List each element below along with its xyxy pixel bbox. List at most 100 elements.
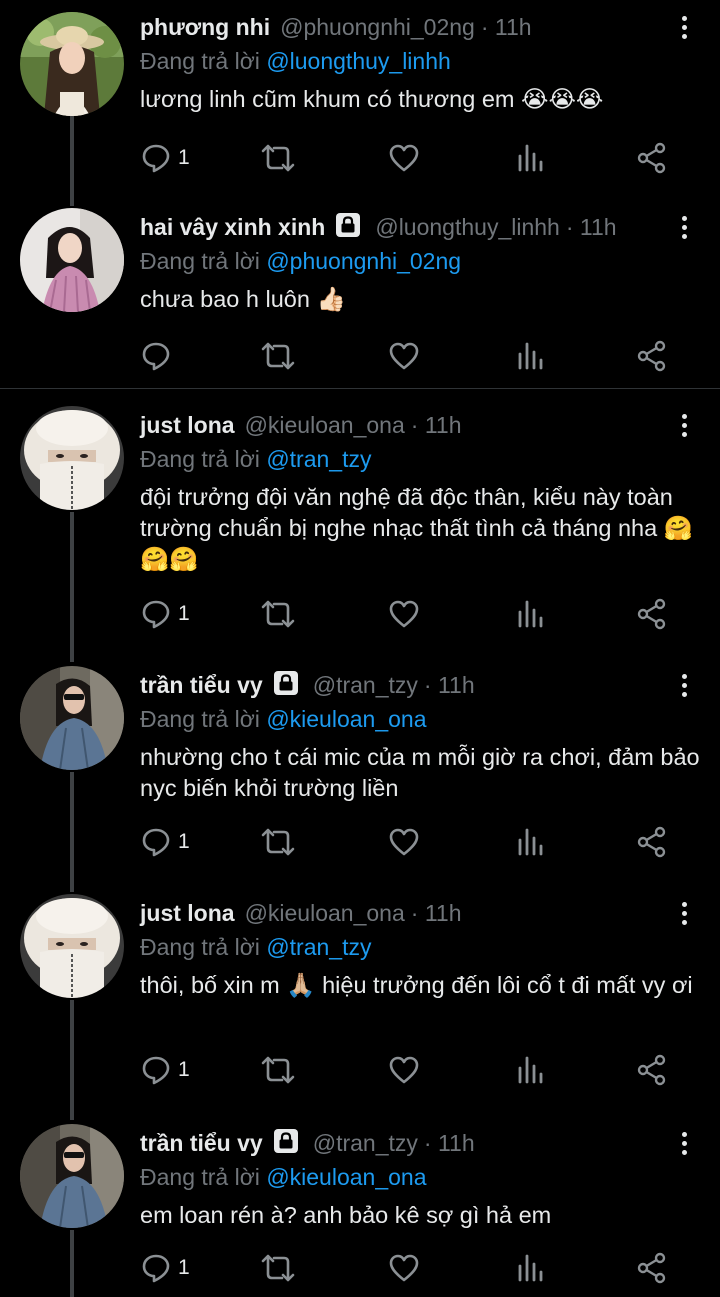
timestamp[interactable]: · 11h bbox=[424, 1130, 475, 1157]
share-icon bbox=[637, 598, 666, 630]
more-vertical-icon[interactable] bbox=[678, 902, 690, 930]
replying-to: Đang trả lời @kieuloan_ona bbox=[140, 1164, 427, 1191]
retweet-button[interactable] bbox=[260, 825, 296, 859]
retweet-button[interactable] bbox=[260, 597, 296, 631]
avatar[interactable] bbox=[20, 1124, 124, 1228]
views-icon bbox=[518, 1056, 543, 1084]
like-button[interactable] bbox=[388, 1251, 420, 1285]
avatar[interactable] bbox=[20, 12, 124, 116]
replying-to: Đang trả lời @luongthuy_linhh bbox=[140, 48, 451, 75]
replying-to: Đang trả lời @phuongnhi_02ng bbox=[140, 248, 461, 275]
share-button[interactable] bbox=[636, 141, 668, 175]
avatar[interactable] bbox=[20, 894, 124, 998]
mention-link[interactable]: @phuongnhi_02ng bbox=[266, 248, 461, 274]
reply-icon bbox=[142, 1056, 170, 1085]
retweet-icon bbox=[261, 600, 295, 628]
display-name[interactable]: just lona bbox=[140, 900, 235, 927]
views-button[interactable] bbox=[516, 339, 544, 373]
action-bar: 1 bbox=[140, 141, 680, 175]
more-vertical-icon[interactable] bbox=[678, 16, 690, 44]
tweet-header: trần tiểu vy @tran_tzy · 11h bbox=[140, 670, 475, 700]
views-button[interactable] bbox=[516, 825, 544, 859]
thread-line bbox=[70, 772, 74, 892]
views-icon bbox=[518, 1254, 543, 1282]
retweet-button[interactable] bbox=[260, 1053, 296, 1087]
share-button[interactable] bbox=[636, 597, 668, 631]
reply-button[interactable]: 1 bbox=[140, 141, 190, 175]
reply-button[interactable]: 1 bbox=[140, 597, 190, 631]
timestamp[interactable]: · 11h bbox=[424, 672, 475, 699]
retweet-button[interactable] bbox=[260, 1251, 296, 1285]
mention-link[interactable]: @luongthuy_linhh bbox=[266, 48, 450, 74]
display-name[interactable]: phương nhi bbox=[140, 14, 270, 41]
reply-prefix: Đang trả lời bbox=[140, 706, 260, 732]
username[interactable]: @kieuloan_ona bbox=[245, 412, 405, 439]
username[interactable]: @phuongnhi_02ng bbox=[280, 14, 475, 41]
timestamp[interactable]: · 11h bbox=[481, 14, 532, 41]
tweet-text: thôi, bố xin m 🙏🏼 hiệu trưởng đến lôi cổ… bbox=[140, 972, 693, 998]
thread-line bbox=[70, 1230, 74, 1297]
views-button[interactable] bbox=[516, 1053, 544, 1087]
mention-link[interactable]: @tran_tzy bbox=[266, 446, 371, 472]
display-name[interactable]: hai vây xinh xinh bbox=[140, 214, 325, 241]
like-button[interactable] bbox=[388, 141, 420, 175]
username[interactable]: @luongthuy_linhh bbox=[375, 214, 559, 241]
share-icon bbox=[637, 1252, 666, 1284]
avatar[interactable] bbox=[20, 208, 124, 312]
display-name[interactable]: trần tiểu vy bbox=[140, 1130, 263, 1157]
more-vertical-icon[interactable] bbox=[678, 216, 690, 244]
share-button[interactable] bbox=[636, 1053, 668, 1087]
avatar[interactable] bbox=[20, 406, 124, 510]
action-bar: 1 bbox=[140, 1251, 680, 1285]
timestamp[interactable]: · 11h bbox=[411, 412, 462, 439]
views-button[interactable] bbox=[516, 1251, 544, 1285]
reply-prefix: Đang trả lời bbox=[140, 446, 260, 472]
reply-button[interactable]: 1 bbox=[140, 1053, 190, 1087]
more-vertical-icon[interactable] bbox=[678, 1132, 690, 1160]
heart-icon bbox=[389, 1056, 419, 1084]
reply-count: 1 bbox=[178, 830, 190, 853]
reply-prefix: Đang trả lời bbox=[140, 934, 260, 960]
more-vertical-icon[interactable] bbox=[678, 674, 690, 702]
action-bar: 1 bbox=[140, 597, 680, 631]
reply-prefix: Đang trả lời bbox=[140, 48, 260, 74]
avatar-image bbox=[20, 666, 124, 770]
display-name[interactable]: just lona bbox=[140, 412, 235, 439]
retweet-icon bbox=[261, 342, 295, 370]
views-button[interactable] bbox=[516, 597, 544, 631]
username[interactable]: @kieuloan_ona bbox=[245, 900, 405, 927]
reply-icon bbox=[142, 144, 170, 173]
reply-count: 1 bbox=[178, 1058, 190, 1081]
mention-link[interactable]: @kieuloan_ona bbox=[266, 1164, 426, 1190]
username[interactable]: @tran_tzy bbox=[313, 672, 418, 699]
mention-link[interactable]: @tran_tzy bbox=[266, 934, 371, 960]
like-button[interactable] bbox=[388, 597, 420, 631]
more-vertical-icon[interactable] bbox=[678, 414, 690, 442]
heart-icon bbox=[389, 1254, 419, 1282]
mention-link[interactable]: @kieuloan_ona bbox=[266, 706, 426, 732]
reply-button[interactable]: 1 bbox=[140, 825, 190, 859]
like-button[interactable] bbox=[388, 339, 420, 373]
avatar[interactable] bbox=[20, 666, 124, 770]
tweet-text: chưa bao h luôn 👍🏻 bbox=[140, 286, 346, 312]
timestamp[interactable]: · 11h bbox=[566, 214, 617, 241]
tweet-text: lương linh cũm khum có thương em 😭😭😭 bbox=[140, 86, 604, 112]
tweet-header: phương nhi @phuongnhi_02ng · 11h bbox=[140, 12, 532, 42]
share-button[interactable] bbox=[636, 339, 668, 373]
share-icon bbox=[637, 142, 666, 174]
like-button[interactable] bbox=[388, 825, 420, 859]
like-button[interactable] bbox=[388, 1053, 420, 1087]
retweet-button[interactable] bbox=[260, 339, 296, 373]
share-button[interactable] bbox=[636, 825, 668, 859]
username[interactable]: @tran_tzy bbox=[313, 1130, 418, 1157]
action-bar: 1 bbox=[140, 1053, 680, 1087]
share-button[interactable] bbox=[636, 1251, 668, 1285]
reply-button[interactable] bbox=[140, 339, 178, 373]
retweet-button[interactable] bbox=[260, 141, 296, 175]
lock-icon bbox=[273, 1128, 299, 1159]
tweet-text: nhường cho t cái mic của m mỗi giờ ra ch… bbox=[140, 744, 700, 801]
timestamp[interactable]: · 11h bbox=[411, 900, 462, 927]
reply-button[interactable]: 1 bbox=[140, 1251, 190, 1285]
display-name[interactable]: trần tiểu vy bbox=[140, 672, 263, 699]
views-button[interactable] bbox=[516, 141, 544, 175]
